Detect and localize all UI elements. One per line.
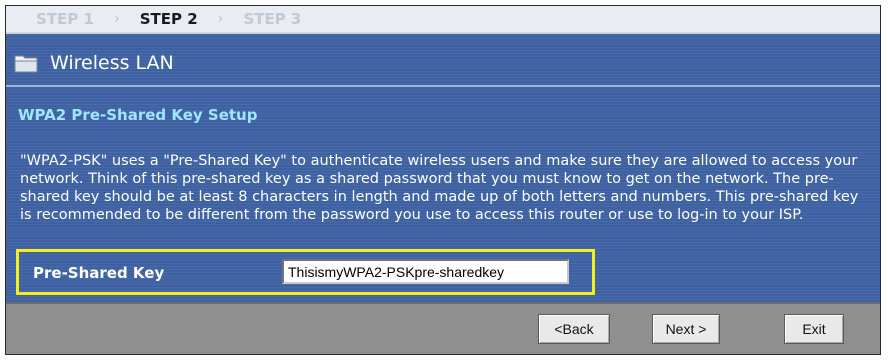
chevron-right-icon: › bbox=[113, 11, 120, 27]
back-button[interactable]: <Back bbox=[538, 314, 610, 344]
wizard-steps: STEP 1 › STEP 2 › STEP 3 bbox=[6, 6, 880, 34]
page-title: Wireless LAN bbox=[50, 52, 174, 74]
pre-shared-key-label: Pre-Shared Key bbox=[33, 264, 165, 282]
wizard-window: STEP 1 › STEP 2 › STEP 3 Wireless LAN WP… bbox=[5, 5, 881, 355]
page-header: Wireless LAN bbox=[14, 50, 174, 76]
exit-button[interactable]: Exit bbox=[784, 314, 844, 344]
folder-icon bbox=[14, 55, 38, 73]
step-2-label: STEP 2 bbox=[139, 10, 198, 28]
step-1-label: STEP 1 bbox=[36, 10, 94, 28]
section-description: "WPA2-PSK" uses a "Pre-Shared Key" to au… bbox=[20, 153, 859, 223]
button-bar: <Back Next > Exit bbox=[6, 302, 880, 354]
step-3-label: STEP 3 bbox=[243, 10, 302, 28]
divider bbox=[6, 85, 880, 87]
pre-shared-key-row: Pre-Shared Key bbox=[16, 249, 595, 295]
section-title: WPA2 Pre-Shared Key Setup bbox=[18, 106, 258, 124]
next-button[interactable]: Next > bbox=[652, 314, 720, 344]
pre-shared-key-input[interactable] bbox=[282, 259, 569, 284]
chevron-right-icon: › bbox=[217, 11, 224, 27]
